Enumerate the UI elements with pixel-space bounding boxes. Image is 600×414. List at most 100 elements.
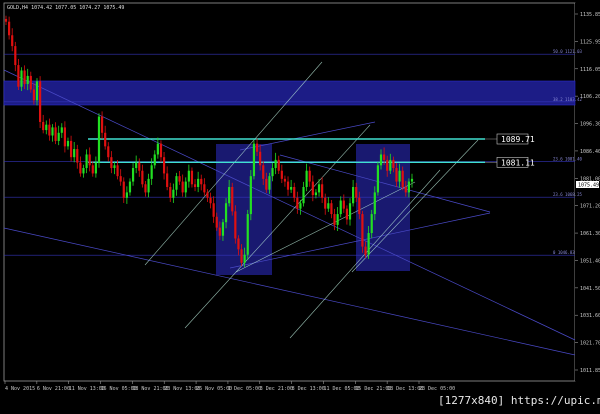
candle-body bbox=[410, 178, 414, 182]
candle-body bbox=[311, 181, 314, 196]
candle-body bbox=[187, 170, 190, 182]
candle-body bbox=[104, 132, 107, 147]
watermark-text: [1277x840] https://upic.me/ bbox=[438, 394, 600, 407]
candle-body bbox=[348, 203, 352, 220]
candle-body bbox=[172, 189, 175, 198]
y-tick-label: 1096.30 bbox=[580, 122, 600, 128]
candle-body bbox=[407, 181, 411, 193]
candle-body bbox=[209, 197, 212, 204]
candle-body bbox=[404, 186, 407, 193]
candle-body bbox=[252, 143, 256, 177]
candle-body bbox=[51, 127, 54, 136]
candle-body bbox=[352, 186, 355, 204]
candle-body bbox=[38, 81, 42, 122]
candle-body bbox=[107, 146, 110, 158]
fib-label: 23.6 1081.40 bbox=[553, 157, 582, 162]
candle-body bbox=[94, 162, 97, 174]
candle-body bbox=[376, 165, 380, 193]
x-tick-label: 11 Nov 13:00 bbox=[69, 386, 105, 392]
candle-body bbox=[271, 168, 274, 177]
y-tick-label: 1061.30 bbox=[580, 231, 600, 237]
candle-body bbox=[262, 165, 265, 179]
candle-body bbox=[243, 254, 246, 263]
candle-body bbox=[379, 154, 383, 166]
candle-body bbox=[91, 165, 94, 174]
x-tick-label: 11 Dec 05:00 bbox=[323, 386, 359, 392]
candle-body bbox=[119, 176, 122, 182]
candle-body bbox=[317, 184, 321, 193]
y-tick-label: 1021.70 bbox=[580, 341, 600, 347]
candle-body bbox=[57, 132, 60, 141]
candle-body bbox=[23, 70, 26, 85]
candle-body bbox=[193, 184, 197, 187]
x-tick-label: 23 Nov 13:00 bbox=[164, 386, 200, 392]
candle-body bbox=[156, 143, 159, 155]
candle-body bbox=[330, 203, 333, 215]
x-tick-label: 1 Dec 05:00 bbox=[228, 386, 261, 392]
candle-body bbox=[321, 184, 324, 198]
candle-body bbox=[32, 89, 35, 101]
candle-body bbox=[147, 178, 150, 193]
candle-body bbox=[73, 149, 76, 158]
candle-body bbox=[203, 184, 206, 193]
candle-body bbox=[166, 173, 169, 187]
x-tick-label: 18 Nov 21:00 bbox=[132, 386, 168, 392]
candle-body bbox=[54, 127, 57, 141]
candle-body bbox=[88, 154, 91, 166]
chart-svg: 50.0 1121.03 38.2 1103.42 23.6 1081.40 23.6… bbox=[3, 2, 600, 407]
candle-body bbox=[237, 238, 240, 250]
level-label: 1081.11 bbox=[501, 158, 535, 167]
x-tick-label: 6 Nov 21:00 bbox=[37, 386, 70, 392]
candle-body bbox=[76, 149, 79, 163]
x-tick-label: 15 Dec 21:00 bbox=[355, 386, 391, 392]
candle-body bbox=[48, 124, 51, 136]
candle-body bbox=[395, 168, 398, 182]
plot-frame bbox=[3, 2, 576, 382]
fib-label: 23.6 1068.25 bbox=[553, 192, 582, 197]
candle-body bbox=[373, 192, 376, 215]
candle-body bbox=[181, 181, 184, 193]
candle-body bbox=[308, 170, 311, 182]
candle-body bbox=[122, 181, 125, 198]
candle-body bbox=[333, 214, 336, 225]
y-tick-label: 1011.85 bbox=[580, 368, 600, 374]
candle-body bbox=[26, 75, 29, 85]
x-tick-label: 23 Dec 05:00 bbox=[419, 386, 455, 392]
candle-body bbox=[305, 170, 308, 187]
candle-body bbox=[215, 216, 218, 228]
candle-body bbox=[131, 168, 135, 182]
chart-title: GOLD,H4 1074.42 1077.05 1074.27 1075.49 bbox=[7, 5, 124, 11]
candle-body bbox=[327, 203, 330, 209]
candle-body bbox=[116, 165, 119, 177]
candle-body bbox=[268, 176, 271, 190]
candle-body bbox=[367, 233, 370, 255]
candle-body bbox=[144, 184, 147, 193]
level-label: 1089.71 bbox=[501, 135, 535, 144]
y-tick-label: 1071.20 bbox=[580, 204, 600, 210]
candle-body bbox=[296, 197, 299, 209]
candle-body bbox=[259, 151, 262, 166]
candle-body bbox=[255, 143, 259, 152]
candle-body bbox=[246, 214, 249, 255]
fib-label: 38.2 1103.42 bbox=[553, 97, 582, 102]
candle-body bbox=[286, 181, 290, 190]
candle-body bbox=[42, 121, 45, 131]
candle-body bbox=[228, 186, 231, 204]
candle-body bbox=[386, 159, 389, 171]
candle-body bbox=[79, 162, 82, 174]
candle-body bbox=[345, 208, 349, 220]
candle-body bbox=[45, 124, 48, 131]
candle-body bbox=[184, 181, 187, 193]
candle-body bbox=[63, 127, 66, 147]
x-tick-label: 8 Dec 13:00 bbox=[292, 386, 325, 392]
candle-body bbox=[135, 162, 138, 169]
candle-body bbox=[370, 214, 373, 234]
candle-body bbox=[178, 176, 181, 182]
x-axis-ticks: 4 Nov 2015 6 Nov 21:0011 Nov 13:0016 Nov … bbox=[4, 381, 455, 392]
candle-body bbox=[7, 21, 11, 36]
candle-body bbox=[150, 165, 153, 179]
candle-body bbox=[398, 170, 401, 182]
candle-body bbox=[392, 159, 395, 169]
y-tick-label: 1116.05 bbox=[580, 67, 600, 73]
x-tick-label: 3 Dec 21:00 bbox=[260, 386, 293, 392]
